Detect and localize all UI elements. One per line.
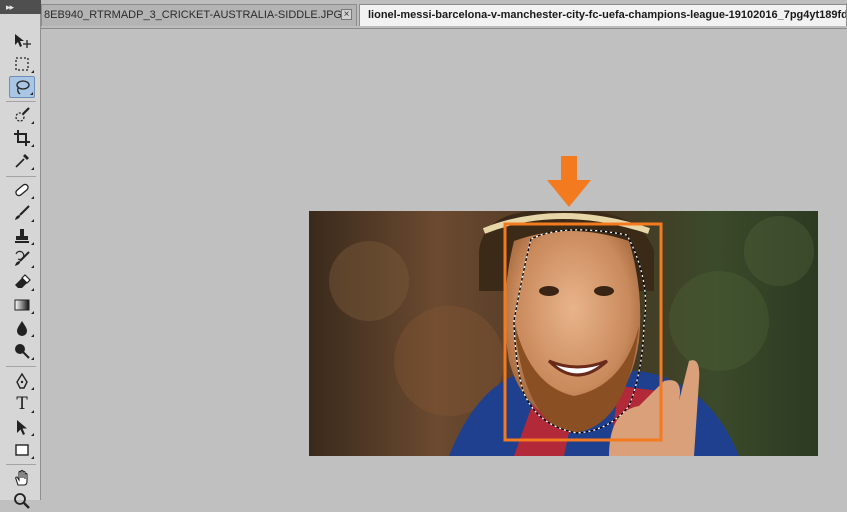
lasso-tool[interactable] — [9, 76, 35, 98]
path-selection-tool[interactable] — [9, 416, 35, 438]
move-tool[interactable] — [9, 30, 35, 52]
zoom-icon — [14, 493, 30, 509]
type-tool[interactable]: T — [9, 393, 35, 415]
drop-icon — [17, 321, 27, 336]
type-icon: T — [16, 394, 28, 414]
document-tab-messi[interactable]: lionel-messi-barcelona-v-manchester-city… — [359, 4, 847, 26]
crop-icon — [14, 130, 30, 146]
spot-healing-tool[interactable] — [9, 179, 35, 201]
document-tab-bar: 8EB940_RTRMADP_3_CRICKET-AUSTRALIA-SIDDL… — [0, 0, 847, 29]
quick-selection-tool[interactable] — [9, 104, 35, 126]
stamp-icon — [15, 229, 29, 243]
shape-tool[interactable] — [9, 439, 35, 461]
bandage-icon — [15, 183, 29, 197]
rectangle-icon — [15, 444, 29, 456]
eyedropper-tool[interactable] — [9, 150, 35, 172]
tab-label: 8EB940_RTRMADP_3_CRICKET-AUSTRALIA-SIDDL… — [44, 9, 343, 21]
quick-selection-icon — [15, 107, 30, 122]
gradient-icon — [14, 299, 30, 311]
dodge-tool[interactable] — [9, 340, 35, 362]
clone-stamp-tool[interactable] — [9, 225, 35, 247]
rectangular-marquee-tool[interactable] — [9, 53, 35, 75]
move-icon — [15, 34, 31, 48]
eraser-tool[interactable] — [9, 271, 35, 293]
marquee-icon — [15, 57, 29, 71]
eyedropper-icon — [15, 154, 29, 168]
gradient-tool[interactable] — [9, 294, 35, 316]
hand-icon — [15, 469, 28, 486]
photo-illustration — [309, 211, 818, 456]
pen-icon — [16, 372, 28, 389]
document-canvas-image[interactable] — [309, 211, 818, 456]
eraser-icon — [15, 274, 31, 288]
lasso-icon — [16, 80, 30, 95]
brush-tool[interactable] — [9, 202, 35, 224]
zoom-tool[interactable] — [9, 490, 35, 512]
arrow-select-icon — [17, 420, 27, 435]
document-tab-cricket[interactable]: 8EB940_RTRMADP_3_CRICKET-AUSTRALIA-SIDDL… — [41, 4, 357, 26]
close-icon[interactable]: × — [341, 9, 352, 20]
history-brush-icon — [15, 250, 30, 266]
crop-tool[interactable] — [9, 127, 35, 149]
tab-label: lionel-messi-barcelona-v-manchester-city… — [368, 9, 847, 21]
dodge-icon — [15, 344, 30, 359]
hand-tool[interactable] — [9, 467, 35, 489]
history-brush-tool[interactable] — [9, 248, 35, 270]
annotation-arrow-icon — [547, 156, 591, 207]
blur-tool[interactable] — [9, 317, 35, 339]
pen-tool[interactable] — [9, 370, 35, 392]
brush-icon — [15, 205, 30, 220]
tools-panel: ▸▸ T — [0, 0, 41, 509]
panel-collapse-toggle[interactable]: ▸▸ — [0, 0, 41, 14]
